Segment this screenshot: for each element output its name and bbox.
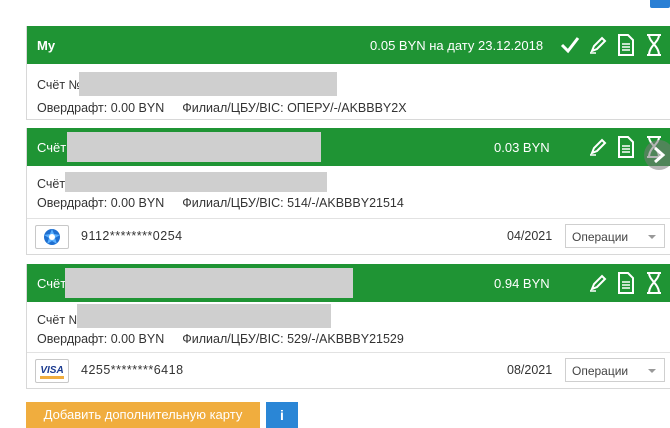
pencil-icon[interactable] <box>585 270 611 296</box>
operations-dropdown-label: Операции <box>572 364 629 378</box>
info-button[interactable]: i <box>266 402 298 428</box>
account-number-label: Счёт <box>37 177 66 191</box>
card-row: 9112********0254 04/2021 Операции <box>27 218 670 255</box>
hourglass-icon[interactable] <box>641 270 667 296</box>
gear-flower-card-icon <box>35 225 69 249</box>
visa-logo: VISA <box>35 359 69 383</box>
chevron-down-icon <box>648 235 656 239</box>
redacted-account-name <box>67 132 321 162</box>
card-row: VISA 4255********6418 08/2021 Операции <box>27 352 670 389</box>
operations-dropdown[interactable]: Операции <box>565 224 665 248</box>
redacted-account-number <box>77 304 331 328</box>
account-title: Счёт <box>37 275 67 291</box>
account-title: My <box>37 37 56 53</box>
branch-text: Филиал/ЦБУ/BIC: ОПЕРУ/-/AKBBBY2X <box>182 101 407 115</box>
card-expiry: 04/2021 <box>507 229 553 243</box>
overdraft-text: Овердрафт: 0.00 BYN <box>37 101 165 115</box>
document-icon[interactable] <box>613 134 639 160</box>
card-number: 9112********0254 <box>81 229 183 243</box>
account-title: Счёт <box>37 139 67 155</box>
card-number: 4255********6418 <box>81 363 184 377</box>
operations-dropdown[interactable]: Операции <box>565 358 665 382</box>
overdraft-text: Овердрафт: 0.00 BYN <box>37 332 165 346</box>
pencil-icon[interactable] <box>585 32 611 58</box>
redacted-account-number <box>79 72 337 96</box>
document-icon[interactable] <box>613 270 639 296</box>
visa-logo-text: VISA <box>40 365 63 376</box>
chevron-right-icon[interactable] <box>644 140 670 170</box>
account-number-label: Счёт № <box>37 313 82 327</box>
account-balance: 0.03 BYN <box>494 139 550 155</box>
overdraft-branch-line: Овердрафт: 0.00 BYN Филиал/ЦБУ/BIC: ОПЕРУ… <box>37 101 407 115</box>
info-tab-top[interactable] <box>650 0 670 8</box>
hourglass-icon[interactable] <box>641 32 667 58</box>
redacted-account-name <box>65 268 353 298</box>
redacted-account-number <box>65 172 327 192</box>
account-panel-2: Счёт 0.03 BYN Счёт Овердрафт: 0.00 BYN Фи… <box>26 128 670 255</box>
chevron-down-icon <box>648 369 656 373</box>
account-panel-3: Счёт 0.94 BYN Счёт № Овердрафт: 0.00 BYN… <box>26 264 670 389</box>
branch-text: Филиал/ЦБУ/BIC: 529/-/AKBBBY21529 <box>182 332 404 346</box>
overdraft-branch-line: Овердрафт: 0.00 BYN Филиал/ЦБУ/BIC: 529/-… <box>37 332 404 346</box>
document-icon[interactable] <box>613 32 639 58</box>
account-balance: 0.94 BYN <box>494 275 550 291</box>
checkmark-icon[interactable] <box>557 32 583 58</box>
branch-text: Филиал/ЦБУ/BIC: 514/-/AKBBBY21514 <box>182 196 404 210</box>
account-header-1: My 0.05 BYN на дату 23.12.2018 <box>27 26 670 64</box>
overdraft-branch-line: Овердрафт: 0.00 BYN Филиал/ЦБУ/BIC: 514/-… <box>37 196 404 210</box>
account-panel-1: My 0.05 BYN на дату 23.12.2018 Счёт № Ов… <box>26 26 670 120</box>
add-card-button[interactable]: Добавить дополнительную карту <box>26 402 260 428</box>
account-number-label: Счёт № <box>37 78 82 92</box>
account-header-3: Счёт 0.94 BYN <box>27 264 670 302</box>
operations-dropdown-label: Операции <box>572 230 629 244</box>
pencil-icon[interactable] <box>585 134 611 160</box>
card-expiry: 08/2021 <box>507 363 553 377</box>
overdraft-text: Овердрафт: 0.00 BYN <box>37 196 165 210</box>
account-header-2: Счёт 0.03 BYN <box>27 128 670 166</box>
account-balance: 0.05 BYN на дату 23.12.2018 <box>370 37 544 53</box>
